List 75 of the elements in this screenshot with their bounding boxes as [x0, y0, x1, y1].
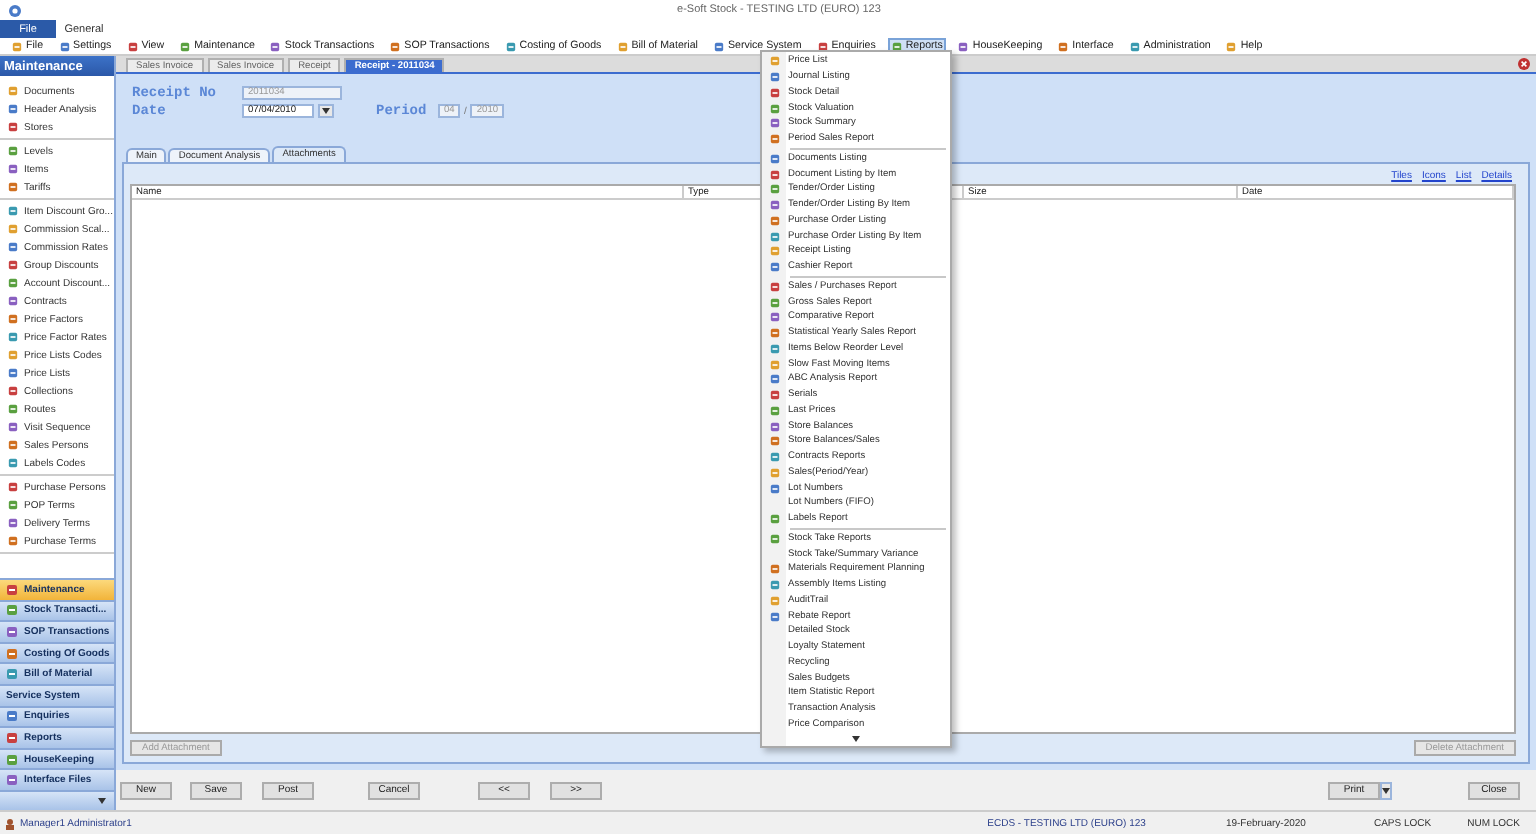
nav-icon: [6, 583, 18, 596]
item-icon: [8, 122, 18, 132]
nav-icon: [6, 732, 18, 745]
item-icon: [8, 422, 18, 432]
report-icon: [770, 611, 780, 622]
report-icon: [770, 262, 780, 273]
report-icon: [770, 72, 780, 83]
report-icon: [770, 452, 780, 463]
item-icon: [8, 224, 18, 234]
report-icon: [770, 281, 780, 292]
item-icon: [8, 440, 18, 450]
report-icon: [770, 595, 780, 606]
nav-icon: [6, 668, 18, 681]
report-icon: [770, 436, 780, 447]
report-icon: [770, 405, 780, 416]
item-icon: [8, 314, 18, 324]
item-icon: [8, 182, 18, 192]
report-icon: [770, 246, 780, 257]
report-icon: [770, 564, 780, 575]
nav-icon: [6, 626, 18, 639]
nav-icon: [6, 753, 18, 766]
report-icon: [770, 328, 780, 339]
report-icon: [770, 184, 780, 195]
report-icon: [770, 118, 780, 129]
report-icon: [770, 103, 780, 114]
item-icon: [8, 368, 18, 378]
overflow-icon[interactable]: [98, 798, 106, 804]
dropdown-button[interactable]: [318, 104, 334, 118]
item-icon: [8, 536, 18, 546]
item-icon: [8, 404, 18, 414]
item-icon: [8, 500, 18, 510]
item-icon: [8, 296, 18, 306]
nav-icon: [6, 647, 18, 660]
report-icon: [770, 169, 780, 180]
item-icon: [8, 260, 18, 270]
item-icon: [8, 518, 18, 528]
item-icon: [8, 386, 18, 396]
report-icon: [770, 200, 780, 211]
report-icon: [770, 483, 780, 494]
report-icon: [770, 215, 780, 226]
item-icon: [8, 104, 18, 114]
nav-icon: [6, 710, 18, 723]
report-icon: [770, 514, 780, 525]
close-icon[interactable]: [1518, 58, 1530, 70]
report-icon: [770, 390, 780, 401]
report-icon: [770, 231, 780, 242]
report-icon: [770, 297, 780, 308]
report-icon: [770, 312, 780, 323]
caret-icon[interactable]: [322, 108, 330, 114]
item-icon: [8, 350, 18, 360]
item-icon: [8, 164, 18, 174]
nav-icon: [6, 604, 18, 617]
report-icon: [770, 533, 780, 544]
item-icon: [8, 86, 18, 96]
item-icon: [8, 482, 18, 492]
report-icon: [770, 580, 780, 591]
caret-icon[interactable]: [1382, 787, 1390, 793]
report-icon: [770, 421, 780, 432]
report-icon: [770, 153, 780, 164]
report-icon: [770, 343, 780, 354]
print-dropdown[interactable]: [1380, 781, 1392, 799]
nav-icon: [6, 774, 18, 787]
item-icon: [8, 206, 18, 216]
item-icon: [8, 278, 18, 288]
item-icon: [8, 146, 18, 156]
report-icon: [770, 359, 780, 370]
report-icon: [770, 467, 780, 478]
report-icon: [770, 134, 780, 145]
item-icon: [8, 242, 18, 252]
report-icon: [770, 56, 780, 67]
item-icon: [8, 332, 18, 342]
report-icon: [770, 374, 780, 385]
report-icon: [770, 87, 780, 98]
item-icon: [8, 458, 18, 468]
user-icon: [4, 817, 16, 829]
